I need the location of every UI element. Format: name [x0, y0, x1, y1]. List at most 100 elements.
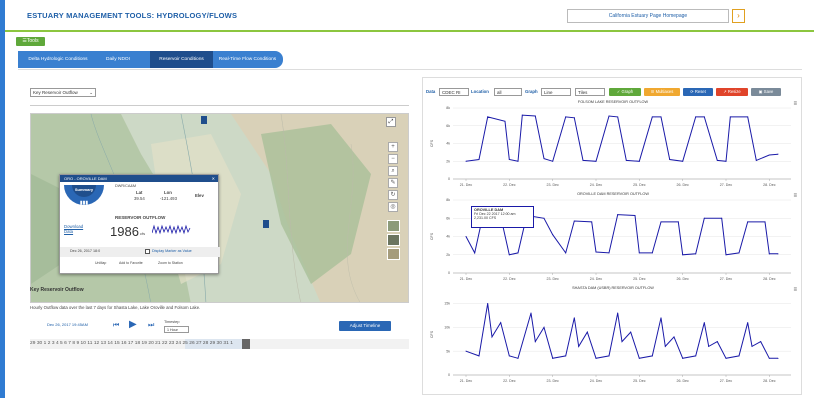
display-marker-checkbox[interactable] [145, 249, 150, 254]
save-button[interactable]: ▣ Save [751, 88, 781, 96]
data-point [638, 252, 640, 254]
x-tick-label: 24. Dec [590, 379, 603, 383]
data-point [530, 312, 532, 314]
station-marker-shasta[interactable] [201, 116, 207, 124]
basemap-thumb-terrain[interactable] [387, 248, 400, 260]
homepage-arrow-button[interactable]: › [732, 9, 745, 23]
x-tick-label: 24. Dec [590, 183, 603, 187]
x-tick-label: 28. Dec [763, 277, 776, 281]
chart-title: OROVILLE DAM RESERVOIR OUTFLOW [577, 192, 649, 196]
search-icon[interactable]: ⌕ [388, 166, 398, 176]
reservoir-dropdown[interactable]: Key Reservoir Outflow ⌄ [30, 88, 96, 97]
refresh-icon[interactable]: ↻ [388, 190, 398, 200]
popup-title: ORO - OROVILLE DAM [64, 176, 107, 181]
popup-outflow-title: RESERVOIR OUTFLOW [115, 215, 166, 220]
tiles-dropdown[interactable]: Tiles [575, 88, 605, 96]
x-tick-label: 21. Dec [460, 277, 473, 281]
page: ESTUARY MANAGEMENT TOOLS: HYDROLOGY/FLOW… [0, 0, 814, 398]
popup-owner: DWR/CA&M [115, 184, 137, 188]
x-tick-label: 27. Dec [720, 379, 733, 383]
graph-dropdown-value: Line [544, 90, 553, 95]
chart-menu-icon[interactable]: ≡ [793, 287, 797, 293]
popup-lon: -121.493 [160, 196, 177, 201]
data-point [595, 357, 597, 359]
add-favorite-link[interactable]: Add to Favorite [119, 261, 143, 265]
data-dropdown[interactable]: CDEC RI [439, 88, 469, 96]
graph-dropdown[interactable]: Line [541, 88, 571, 96]
play-icon[interactable]: ▶ [129, 319, 137, 330]
x-tick-label: 23. Dec [546, 183, 559, 187]
timeline-handle[interactable] [242, 339, 250, 349]
data-point [682, 160, 684, 162]
station-marker-folsom[interactable] [263, 220, 269, 228]
zoom-out-icon[interactable]: − [388, 154, 398, 164]
tab-bar: Delta Hydrologic Conditions Daily NDOI R… [18, 51, 283, 68]
tools-button[interactable]: ☰Tools [16, 37, 45, 46]
skip-back-icon[interactable]: ⏮ [113, 322, 119, 330]
data-point [695, 253, 697, 255]
y-tick-label: 8k [446, 198, 450, 202]
tab-delta-hydrologic[interactable]: Delta Hydrologic Conditions [18, 51, 98, 68]
graph-button[interactable]: ✓ Graph [609, 88, 641, 96]
popup-lon-label: Lon [164, 190, 172, 195]
chart-menu-icon[interactable]: ≡ [793, 101, 797, 107]
map-panel: Key Reservoir Outflow ⌄ ⤢ + − ⌕ ✎ ↻ ◎ OR… [22, 77, 409, 395]
data-point [673, 336, 675, 338]
map-view[interactable]: ⤢ + − ⌕ ✎ ↻ ◎ ORO - OROVILLE DAM ✕ Summa… [30, 113, 409, 303]
x-tick-label: 26. Dec [676, 183, 689, 187]
basemap-thumb-topo[interactable] [387, 220, 400, 232]
reset-button[interactable]: ⟳ Reset [683, 88, 713, 96]
chart-folsom: FOLSOM LAKE RESERVOIR OUTFLOW ≡ 0 2k 4k 6k 8… [427, 99, 799, 189]
expand-icon[interactable]: ⤢ [386, 117, 396, 127]
location-dropdown-value: all [497, 90, 502, 95]
data-label: Data [426, 89, 436, 94]
data-point [664, 345, 666, 347]
x-tick-label: 23. Dec [546, 277, 559, 281]
data-point [552, 160, 554, 162]
timestep-dropdown[interactable]: 1 Hour [164, 326, 189, 333]
resize-button[interactable]: ↗ Resize [716, 88, 748, 96]
data-point [768, 253, 770, 255]
data-point [582, 159, 584, 161]
adjust-timeline-button[interactable]: Adjust Timeline [339, 321, 391, 331]
unmap-link[interactable]: UnMap [95, 261, 106, 265]
chart-title: SHASTA DAM (USBR) RESERVOIR OUTFLOW [572, 286, 654, 290]
zoom-in-icon[interactable]: + [388, 142, 398, 152]
data-point [638, 160, 640, 162]
skip-forward-icon[interactable]: ⏭ [148, 322, 154, 330]
data-point [682, 357, 684, 359]
download-data-link[interactable]: Download Data [64, 224, 86, 234]
tab-reservoir-conditions[interactable]: Reservoir Conditions [150, 51, 213, 68]
chart-menu-icon[interactable]: ≡ [793, 193, 797, 199]
locate-icon[interactable]: ◎ [388, 202, 398, 212]
popup-summary-tab[interactable]: Summary [75, 187, 94, 192]
data-point [764, 221, 766, 223]
data-point [621, 341, 623, 343]
data-point [543, 158, 545, 160]
close-icon[interactable]: ✕ [212, 175, 215, 182]
data-point [517, 160, 519, 162]
data-point [552, 357, 554, 359]
x-tick-label: 21. Dec [460, 379, 473, 383]
data-point [508, 254, 510, 256]
y-tick-label: 0 [448, 373, 450, 377]
zoom-station-link[interactable]: Zoom to Station [158, 261, 183, 265]
popup-lat-label: Lat [136, 190, 143, 195]
tab-daily-ndoi[interactable]: Daily NDOI [98, 51, 138, 68]
data-point [478, 355, 480, 357]
x-tick-label: 28. Dec [763, 379, 776, 383]
chart-svg: 0 2k 4k 6k 8k CFS 21. Dec 22. Dec 23. Dec 24. Dec… [430, 198, 791, 281]
pencil-icon[interactable]: ✎ [388, 178, 398, 188]
data-point [721, 217, 723, 219]
location-dropdown[interactable]: all [494, 88, 522, 96]
x-tick-label: 27. Dec [720, 183, 733, 187]
data-point [716, 341, 718, 343]
tab-real-time-flow[interactable]: Real-Time Flow Conditions [216, 51, 279, 68]
y-tick-label: 15k [444, 302, 450, 306]
chart-oroville: OROVILLE DAM RESERVOIR OUTFLOW ≡ 0 2k 4k 6k… [427, 191, 799, 283]
popup-bars-icon: ▮▮▮ [80, 200, 89, 206]
homepage-link-button[interactable]: California Estuary Page Homepage [567, 9, 729, 23]
basemap-thumb-satellite[interactable] [387, 234, 400, 246]
multiaxes-button[interactable]: ☰ Multiaxes [644, 88, 680, 96]
data-point [660, 116, 662, 118]
